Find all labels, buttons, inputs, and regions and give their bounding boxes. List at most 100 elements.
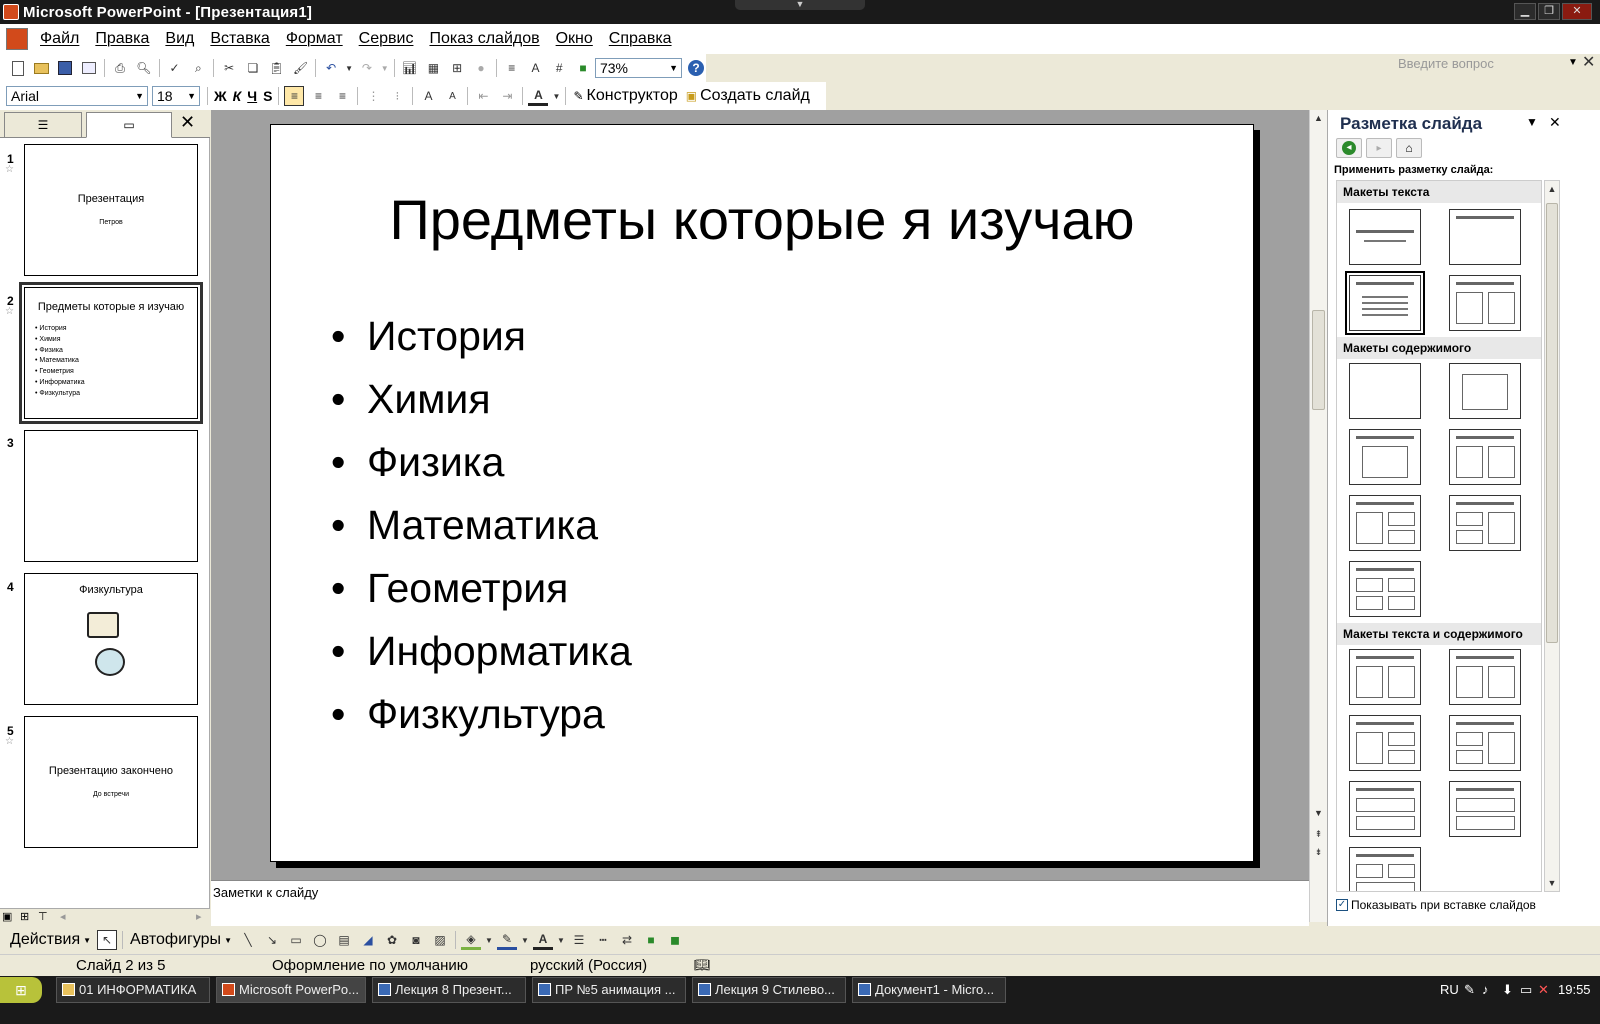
layout-title-slide[interactable]	[1349, 209, 1421, 265]
start-button[interactable]: ⊞	[0, 977, 42, 1003]
sorter-view-icon[interactable]: ⊞	[20, 910, 29, 923]
redo-icon[interactable]: ↷	[357, 58, 377, 78]
zoom-combo[interactable]: 73% ▼	[594, 58, 683, 78]
back-icon[interactable]: ◂	[1336, 138, 1362, 158]
slide-thumb-3[interactable]	[24, 430, 198, 562]
line-icon[interactable]: ╲	[238, 930, 258, 950]
actions-menu[interactable]: Действия ▼	[6, 931, 95, 949]
print-preview-icon[interactable]: 🔍︎	[134, 58, 154, 78]
close-pane-icon[interactable]: ✕	[180, 112, 195, 133]
task-pane-scrollbar[interactable]: ▲ ▼	[1544, 180, 1560, 892]
notes-pane[interactable]: Заметки к слайду	[211, 880, 1309, 926]
save-icon[interactable]	[56, 58, 76, 78]
current-slide[interactable]: Предметы которые я изучаю • История • Хими…	[270, 124, 1254, 862]
task-document1[interactable]: Документ1 - Micro...	[852, 977, 1006, 1003]
tray-update-icon[interactable]: ⬇	[1502, 977, 1513, 1003]
restore-button[interactable]: ❐	[1538, 3, 1560, 20]
previous-slide-icon[interactable]: ⇞	[1310, 826, 1327, 843]
layout-title-2-content-text[interactable]	[1449, 715, 1521, 771]
tray-network-icon[interactable]: ✎	[1464, 977, 1475, 1003]
layout-title-content-2-content[interactable]	[1349, 495, 1421, 551]
layout-content[interactable]	[1449, 363, 1521, 419]
normal-view-icon[interactable]: ▣	[2, 910, 12, 923]
layout-title-content-text[interactable]	[1449, 649, 1521, 705]
text-color-icon[interactable]: A	[532, 930, 553, 950]
shadow-style-icon[interactable]: ■	[641, 930, 661, 950]
font-color-icon[interactable]: A	[528, 86, 549, 106]
tables-borders-icon[interactable]: ⊞	[447, 58, 467, 78]
undo-icon[interactable]: ↶	[321, 58, 341, 78]
document-icon[interactable]	[6, 28, 28, 50]
designer-button[interactable]: ✎ Конструктор	[569, 87, 681, 105]
task-lecture8[interactable]: Лекция 8 Презент...	[372, 977, 526, 1003]
layout-title-two-content[interactable]	[1449, 429, 1521, 485]
print-icon[interactable]: ⎙	[110, 58, 130, 78]
increase-font-icon[interactable]: A	[418, 86, 438, 106]
scroll-thumb[interactable]	[1312, 310, 1325, 410]
menu-window[interactable]: Окно	[548, 30, 601, 48]
new-icon[interactable]	[8, 58, 28, 78]
slide-bullet-list[interactable]: • История • Химия • Физика • Математика • Гео…	[331, 305, 632, 746]
fill-dropdown-icon[interactable]: ▼	[485, 930, 493, 950]
redo-dropdown-icon[interactable]: ▼	[381, 58, 389, 78]
task-pr5[interactable]: ПР №5 анимация ...	[532, 977, 686, 1003]
menu-format[interactable]: Формат	[278, 30, 351, 48]
research-icon[interactable]: ⌕	[188, 58, 208, 78]
copy-icon[interactable]: ❏	[243, 58, 263, 78]
expand-all-icon[interactable]: ≡	[502, 58, 522, 78]
layout-title-content-over-text[interactable]	[1349, 781, 1421, 837]
decrease-indent-icon[interactable]: ⇤	[473, 86, 493, 106]
checkbox-icon[interactable]: ✓	[1336, 899, 1348, 911]
menu-view[interactable]: Вид	[157, 30, 202, 48]
task-pane-menu-icon[interactable]: ▼	[1526, 115, 1538, 129]
slideshow-view-icon[interactable]: ⊤	[38, 910, 48, 923]
layout-two-columns[interactable]	[1449, 275, 1521, 331]
3d-style-icon[interactable]: ◼	[665, 930, 685, 950]
task-lecture9[interactable]: Лекция 9 Стилево...	[692, 977, 846, 1003]
wordart-icon[interactable]: ◢	[358, 930, 378, 950]
font-size-combo[interactable]: 18 ▼	[152, 86, 200, 106]
menu-edit[interactable]: Правка	[87, 30, 157, 48]
align-right-icon[interactable]: ≡	[332, 86, 352, 106]
help-search-input[interactable]: Введите вопрос	[1398, 54, 1576, 74]
oval-icon[interactable]: ◯	[310, 930, 330, 950]
powerpoint-app-icon[interactable]	[3, 4, 19, 20]
cut-icon[interactable]: ✂	[219, 58, 239, 78]
picture-icon[interactable]: ▨	[430, 930, 450, 950]
tray-security-icon[interactable]: ✕	[1538, 977, 1549, 1003]
menu-tools[interactable]: Сервис	[351, 30, 422, 48]
forward-icon[interactable]: ▸	[1366, 138, 1392, 158]
bold-button[interactable]: Ж	[211, 86, 230, 106]
scroll-thumb[interactable]	[1546, 203, 1558, 643]
home-icon[interactable]: ⌂	[1396, 138, 1422, 158]
textbox-icon[interactable]: ▤	[334, 930, 354, 950]
tab-slides[interactable]: ▭	[86, 112, 172, 138]
scroll-down-icon[interactable]: ▼	[1310, 805, 1327, 822]
minimize-button[interactable]: ▁	[1514, 3, 1536, 20]
tray-volume-icon[interactable]: ♪	[1482, 977, 1489, 1003]
underline-button[interactable]: Ч	[244, 86, 260, 106]
line-style-icon[interactable]: ☰	[569, 930, 589, 950]
menu-insert[interactable]: Вставка	[202, 30, 277, 48]
layout-title-text-2-content[interactable]	[1349, 715, 1421, 771]
spelling-icon[interactable]: ✓	[165, 58, 185, 78]
next-slide-icon[interactable]: ⇟	[1310, 844, 1327, 861]
open-icon[interactable]	[32, 58, 52, 78]
menu-file[interactable]: Файл	[32, 30, 87, 48]
layout-title-only[interactable]	[1449, 209, 1521, 265]
spelling-status-icon[interactable]: 📖︎	[694, 957, 711, 973]
clock[interactable]: 19:55	[1558, 977, 1591, 1003]
scroll-right-icon[interactable]: ▸	[196, 910, 202, 923]
show-formatting-icon[interactable]: A	[526, 58, 546, 78]
close-task-pane-icon[interactable]: ✕	[1549, 114, 1561, 131]
layout-title-2-content-content[interactable]	[1449, 495, 1521, 551]
decrease-font-icon[interactable]: A	[442, 86, 462, 106]
color-grayscale-icon[interactable]: ■	[573, 58, 593, 78]
increase-indent-icon[interactable]: ⇥	[497, 86, 517, 106]
layout-title-2-content-over-text[interactable]	[1349, 847, 1421, 891]
task-powerpoint[interactable]: Microsoft PowerPo...	[216, 977, 366, 1003]
tray-monitor-icon[interactable]: ▭	[1520, 977, 1532, 1003]
font-color-dropdown-icon[interactable]: ▼	[552, 86, 560, 106]
slide-thumb-2[interactable]: Предметы которые я изучаю История Химия …	[19, 282, 203, 424]
show-on-insert-option[interactable]: ✓ Показывать при вставке слайдов	[1336, 898, 1536, 912]
